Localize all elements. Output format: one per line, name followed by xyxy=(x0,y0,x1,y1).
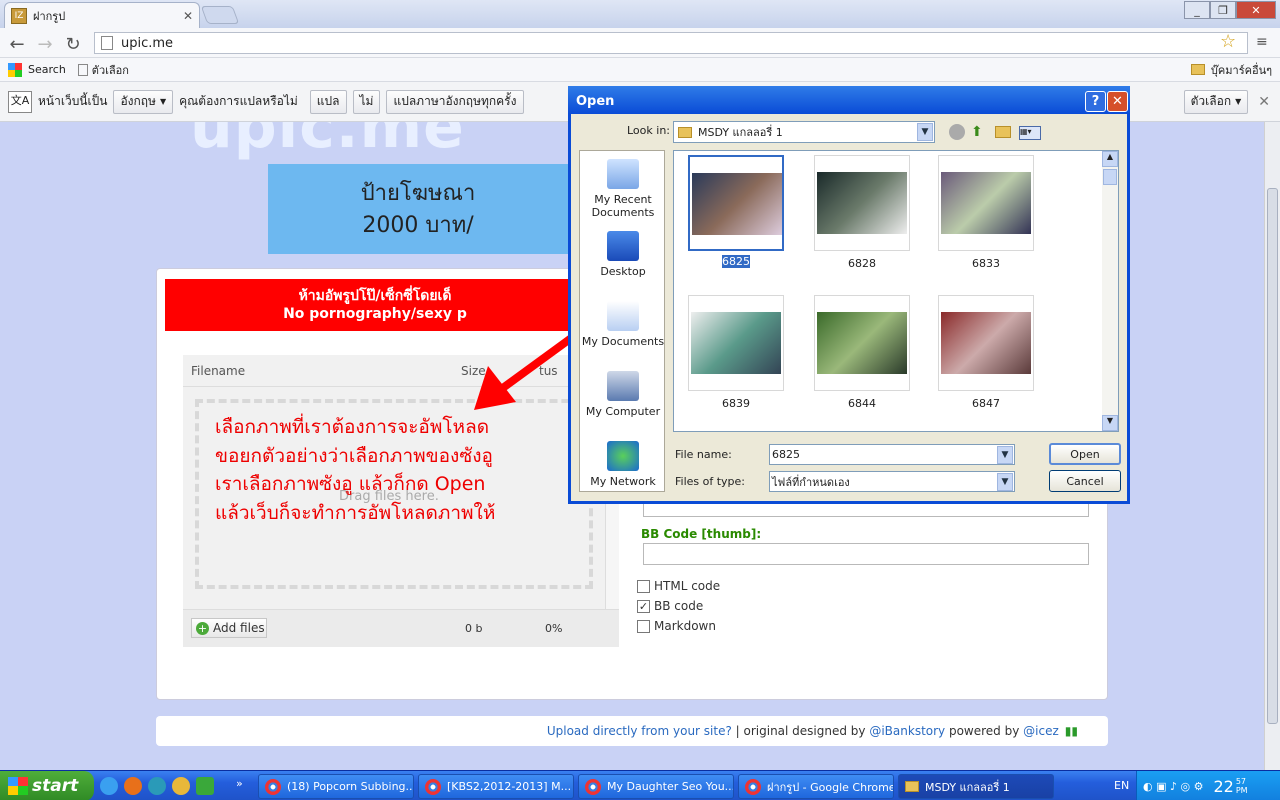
clock-ampm: PM xyxy=(1235,786,1248,795)
file-label: 6839 xyxy=(722,397,750,410)
close-dialog-icon[interactable]: ✕ xyxy=(1107,91,1128,112)
ie-icon[interactable] xyxy=(100,777,118,795)
look-in-value: MSDY แกลลอรี่ 1 xyxy=(698,126,783,139)
thumbnail-image xyxy=(941,172,1031,234)
open-dialog: Open ? ✕ Look in: MSDY แกลลอรี่ 1 ▼ ⬆ ▦▾… xyxy=(568,86,1130,504)
tray-icons[interactable]: ◐ ▣ ♪ ◎ ⚙ xyxy=(1143,780,1203,793)
file-label: 6844 xyxy=(848,397,876,410)
file-list: 6825 6828 6833 6839 6844 6847 ▲ ▼ xyxy=(673,150,1119,432)
task-mydaughter[interactable]: My Daughter Seo You... xyxy=(578,774,734,799)
place-label: My Network xyxy=(590,475,656,488)
place-computer[interactable]: My Computer xyxy=(580,371,666,418)
file-name-value: 6825 xyxy=(772,448,800,461)
chevron-down-icon[interactable]: ▼ xyxy=(997,473,1013,491)
file-thumb[interactable] xyxy=(814,295,910,391)
network-icon xyxy=(607,441,639,471)
thumbnail-image xyxy=(692,173,782,235)
chrome-icon xyxy=(265,778,281,795)
clock-minutes: 57 xyxy=(1235,777,1247,786)
thumbnail-image xyxy=(817,312,907,374)
place-documents[interactable]: My Documents xyxy=(580,301,666,348)
task-label: My Daughter Seo You... xyxy=(607,780,734,793)
arrow-head xyxy=(474,366,516,410)
open-button[interactable]: Open xyxy=(1049,443,1121,465)
taskbar: start » (18) Popcorn Subbing... [KBS2,20… xyxy=(0,770,1280,800)
task-popcorn[interactable]: (18) Popcorn Subbing... xyxy=(258,774,414,799)
scroll-thumb[interactable] xyxy=(1103,169,1117,185)
file-label: 6833 xyxy=(972,257,1000,270)
scroll-up-icon[interactable]: ▲ xyxy=(1102,151,1118,167)
chevron-down-icon[interactable]: ▼ xyxy=(997,446,1013,464)
language-indicator[interactable]: EN xyxy=(1114,779,1129,792)
windows-logo-icon xyxy=(8,777,28,795)
task-folder[interactable]: MSDY แกลลอรี่ 1 xyxy=(898,774,1054,799)
clock-hour: 22 xyxy=(1213,776,1234,796)
chrome-icon xyxy=(585,778,601,795)
new-folder-icon[interactable] xyxy=(995,126,1011,138)
task-label: MSDY แกลลอรี่ 1 xyxy=(925,780,1010,794)
place-network[interactable]: My Network xyxy=(580,441,666,488)
file-label: 6847 xyxy=(972,397,1000,410)
file-type-label: Files of type: xyxy=(675,475,746,488)
more-chevron-icon[interactable]: » xyxy=(236,777,243,790)
computer-icon xyxy=(607,371,639,401)
folder-icon xyxy=(905,781,919,792)
task-chrome-active[interactable]: ฝากรูป - Google Chrome xyxy=(738,774,894,799)
scroll-down-icon[interactable]: ▼ xyxy=(1102,415,1118,431)
place-label: My Documents xyxy=(581,335,665,348)
task-label: (18) Popcorn Subbing... xyxy=(287,780,414,793)
place-label: My Computer xyxy=(585,405,661,418)
task-label: [KBS2,2012-2013] M... xyxy=(447,780,572,793)
view-menu-icon[interactable]: ▦▾ xyxy=(1019,126,1041,140)
file-thumb[interactable] xyxy=(938,155,1034,251)
app-icon[interactable] xyxy=(148,777,166,795)
cancel-button[interactable]: Cancel xyxy=(1049,470,1121,492)
task-label: ฝากรูป - Google Chrome xyxy=(767,780,894,794)
file-name-label: File name: xyxy=(675,448,732,461)
thumbnail-image xyxy=(691,312,781,374)
up-folder-icon[interactable]: ⬆ xyxy=(971,124,983,140)
file-thumb[interactable] xyxy=(688,295,784,391)
app-icon[interactable] xyxy=(196,777,214,795)
thumbnail-image xyxy=(941,312,1031,374)
file-thumb[interactable] xyxy=(688,155,784,251)
file-type-value: ไฟล์ที่กำหนดเอง xyxy=(772,475,850,489)
system-tray: ◐ ▣ ♪ ◎ ⚙ 22 57 PM xyxy=(1136,771,1280,800)
back-icon[interactable] xyxy=(949,124,965,140)
place-label: My Recent Documents xyxy=(591,193,655,219)
file-list-scrollbar[interactable]: ▲ ▼ xyxy=(1102,151,1118,431)
recent-documents-icon xyxy=(607,159,639,189)
chrome-icon xyxy=(425,778,441,795)
file-name-input[interactable]: 6825 ▼ xyxy=(769,444,1015,465)
dialog-titlebar: Open xyxy=(568,86,1130,114)
chevron-down-icon[interactable]: ▼ xyxy=(917,123,933,141)
places-bar: My Recent Documents Desktop My Documents… xyxy=(579,150,665,492)
firefox-icon[interactable] xyxy=(124,777,142,795)
look-in-select[interactable]: MSDY แกลลอรี่ 1 ▼ xyxy=(673,121,935,143)
desktop-icon xyxy=(607,231,639,261)
folder-icon xyxy=(678,126,692,138)
file-label: 6825 xyxy=(722,255,750,268)
file-label: 6828 xyxy=(848,257,876,270)
start-label: start xyxy=(32,776,79,796)
documents-icon xyxy=(607,301,639,331)
file-thumb[interactable] xyxy=(938,295,1034,391)
file-type-select[interactable]: ไฟล์ที่กำหนดเอง ▼ xyxy=(769,471,1015,492)
place-recent[interactable]: My Recent Documents xyxy=(580,159,666,219)
task-kbs2[interactable]: [KBS2,2012-2013] M... xyxy=(418,774,574,799)
dialog-title: Open xyxy=(576,94,615,109)
place-label: Desktop xyxy=(600,265,646,278)
chrome-icon xyxy=(745,778,761,795)
thumbnail-image xyxy=(817,172,907,234)
file-thumb[interactable] xyxy=(814,155,910,251)
place-desktop[interactable]: Desktop xyxy=(580,231,666,278)
start-button[interactable]: start xyxy=(0,771,94,800)
help-icon[interactable]: ? xyxy=(1085,91,1106,112)
app-icon[interactable] xyxy=(172,777,190,795)
look-in-label: Look in: xyxy=(627,124,670,137)
